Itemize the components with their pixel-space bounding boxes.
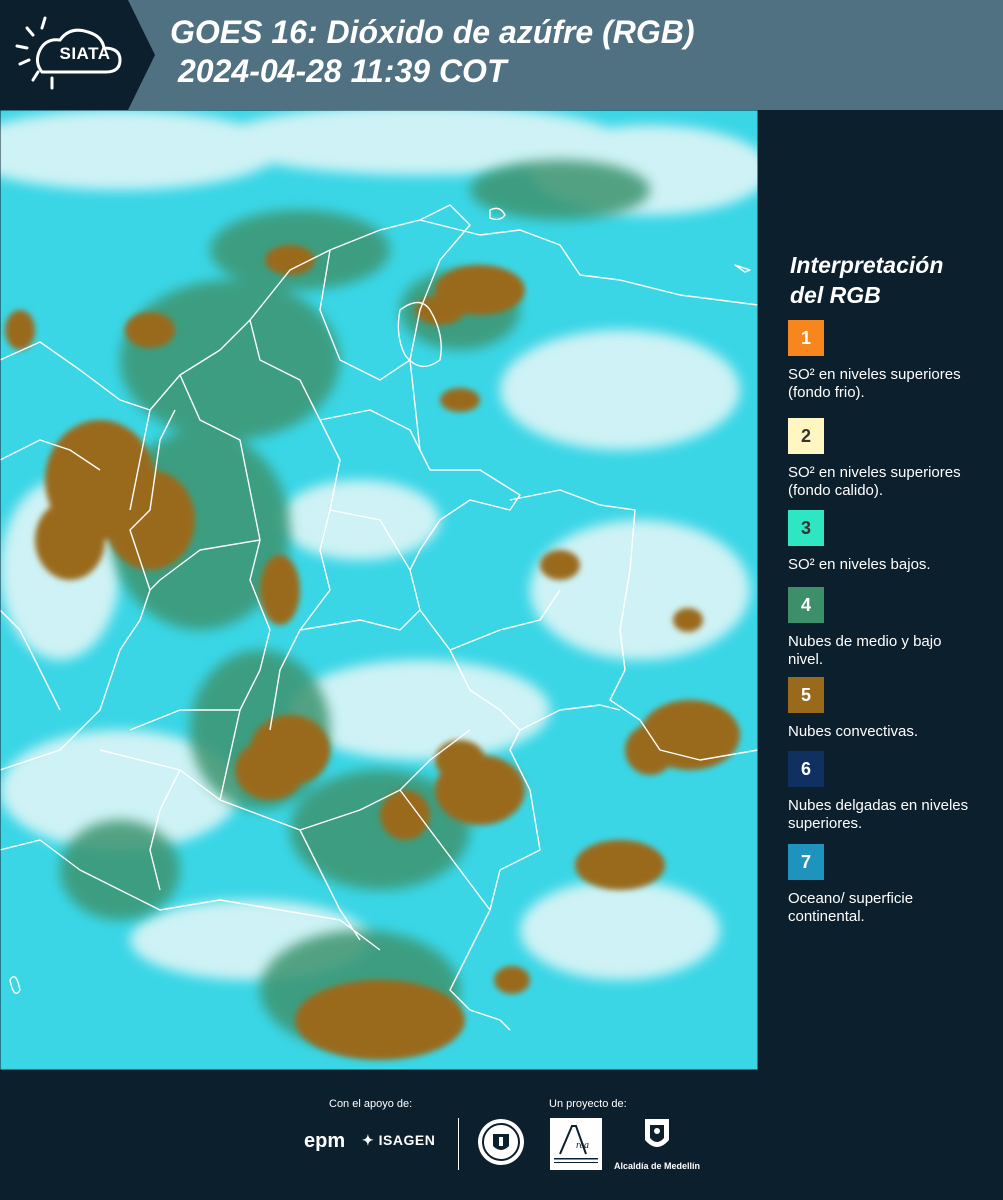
isagen-logo: ✦ ISAGEN	[362, 1132, 435, 1149]
isagen-star-icon: ✦	[362, 1132, 375, 1148]
legend-title: Interpretación del RGB	[790, 250, 990, 310]
legend-swatch: 5	[788, 677, 824, 713]
legend-item-4: 4 Nubes de medio y bajo nivel.	[788, 587, 978, 669]
satellite-image	[0, 110, 758, 1070]
legend-title-line1: Interpretación	[790, 252, 944, 278]
epm-logo: epm	[304, 1130, 346, 1152]
footer-divider	[458, 1118, 459, 1170]
legend-item-text: Nubes de medio y bajo nivel.	[788, 633, 942, 668]
page-title: GOES 16: Dióxido de azúfre (RGB)	[170, 14, 695, 50]
siata-logo: SIATA	[0, 0, 155, 110]
legend-item-1: 1 SO² en niveles superiores (fondo frio)…	[788, 320, 978, 402]
isagen-logo-text: ISAGEN	[378, 1132, 436, 1148]
legend-item-5: 5 Nubes convectivas.	[788, 677, 978, 741]
support-label: Con el apoyo de:	[329, 1098, 413, 1110]
legend-item-text: SO² en niveles superiores (fondo calido)…	[788, 464, 961, 499]
legend-swatch: 3	[788, 510, 824, 546]
logo-text: SIATA	[59, 44, 111, 63]
satellite-map	[0, 110, 758, 1070]
medellin-seal-icon	[478, 1119, 524, 1165]
alcaldia-label: Alcaldía de Medellín	[613, 1161, 701, 1171]
alcaldia-shield-icon	[645, 1119, 669, 1147]
legend-item-text: SO² en niveles superiores (fondo frio).	[788, 366, 961, 401]
legend-item-7: 7 Oceano/ superficie continental.	[788, 844, 978, 926]
legend-swatch: 7	[788, 844, 824, 880]
legend-title-line2: del RGB	[790, 282, 881, 308]
area-logo-icon: rea	[550, 1118, 602, 1170]
legend-item-2: 2 SO² en niveles superiores (fondo calid…	[788, 418, 978, 500]
legend-swatch: 6	[788, 751, 824, 787]
svg-text:rea: rea	[576, 1140, 589, 1151]
legend-item-text: SO² en niveles bajos.	[788, 556, 931, 573]
page-timestamp: 2024-04-28 11:39 COT	[178, 53, 507, 89]
legend-swatch: 1	[788, 320, 824, 356]
legend-item-text: Nubes convectivas.	[788, 723, 919, 740]
legend-item-3: 3 SO² en niveles bajos.	[788, 510, 978, 574]
project-label: Un proyecto de:	[549, 1098, 627, 1110]
legend-swatch: 2	[788, 418, 824, 454]
area-metropolitana-logo: rea	[550, 1118, 602, 1175]
header-bar: SIATA GOES 16: Dióxido de azúfre (RGB) 2…	[0, 0, 1003, 110]
legend-item-text: Nubes delgadas en niveles superiores.	[788, 797, 969, 832]
legend-panel: Interpretación del RGB 1 SO² en niveles …	[758, 110, 1003, 1070]
legend-item-6: 6 Nubes delgadas en niveles superiores.	[788, 751, 978, 833]
footer: Con el apoyo de: Un proyecto de: epm ✦ I…	[0, 1070, 1003, 1200]
alcaldia-logo: Alcaldía de Medellín	[612, 1116, 702, 1171]
legend-swatch: 4	[788, 587, 824, 623]
legend-item-text: Oceano/ superficie continental.	[788, 890, 914, 925]
